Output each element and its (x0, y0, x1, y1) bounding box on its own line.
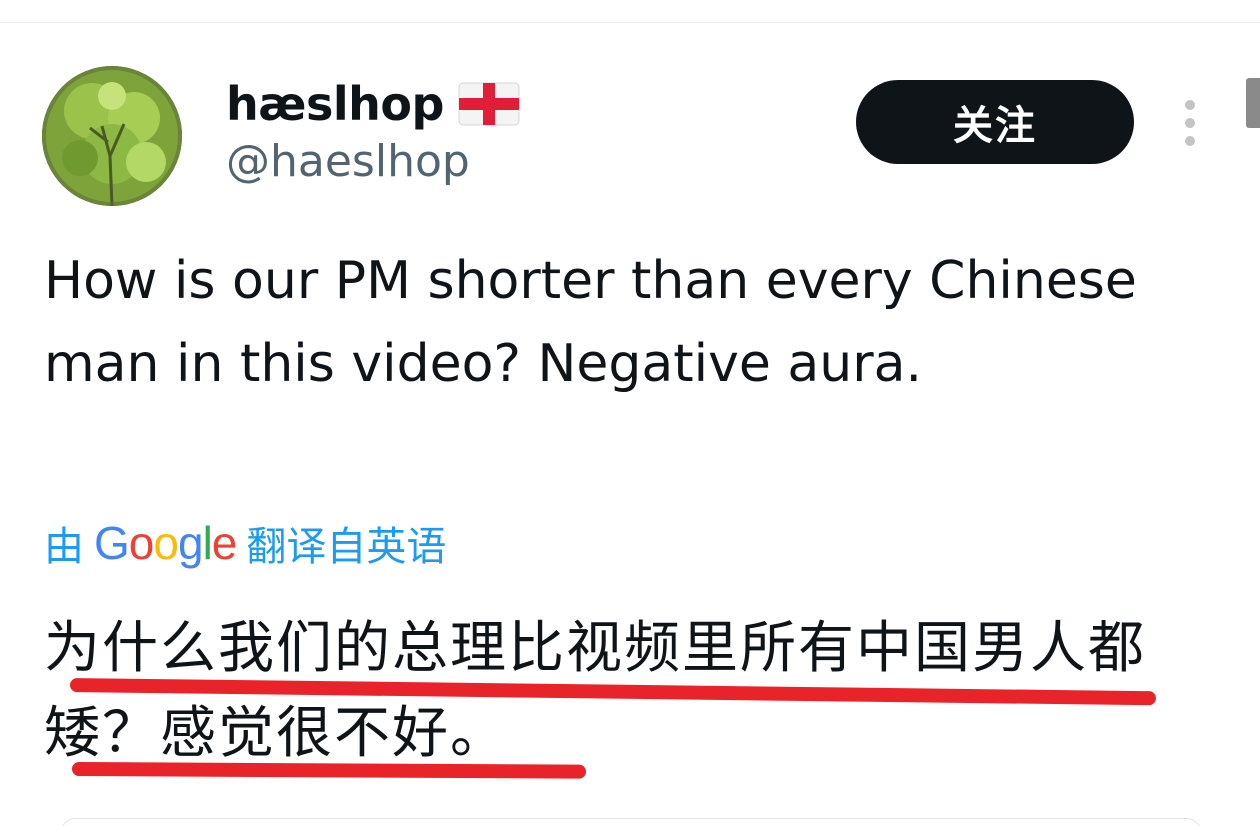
tweet-page: hæslhop @haeslhop 关注 How is our PM short… (0, 0, 1260, 826)
google-letter-g: G (94, 517, 130, 569)
google-letter-g2: g (177, 517, 204, 569)
embedded-media-card[interactable] (60, 818, 1202, 826)
tweet-text: How is our PM shorter than every Chinese… (44, 251, 1137, 394)
google-letter-l: l (202, 517, 213, 569)
translation-prefix: 由 (44, 524, 84, 570)
red-underline-annotation (71, 762, 587, 779)
user-handle[interactable]: @haeslhop (226, 136, 470, 187)
top-divider (0, 22, 1260, 23)
display-name[interactable]: hæslhop (226, 77, 444, 131)
google-logo: G o o g l e (94, 516, 238, 570)
england-flag-icon (458, 82, 520, 126)
scrollbar[interactable] (1246, 78, 1260, 128)
google-letter-e: e (211, 517, 238, 569)
google-letter-o2: o (153, 517, 179, 569)
google-letter-o1: o (128, 517, 155, 569)
more-options-icon[interactable] (1178, 98, 1202, 148)
avatar[interactable] (42, 66, 182, 206)
display-name-row: hæslhop (226, 74, 520, 134)
avatar-image (42, 66, 182, 206)
translation-suffix: 翻译自英语 (246, 524, 447, 570)
translation-attribution[interactable]: 由 G o o g l e 翻译自英语 (44, 512, 446, 574)
follow-button[interactable]: 关注 (856, 80, 1134, 164)
